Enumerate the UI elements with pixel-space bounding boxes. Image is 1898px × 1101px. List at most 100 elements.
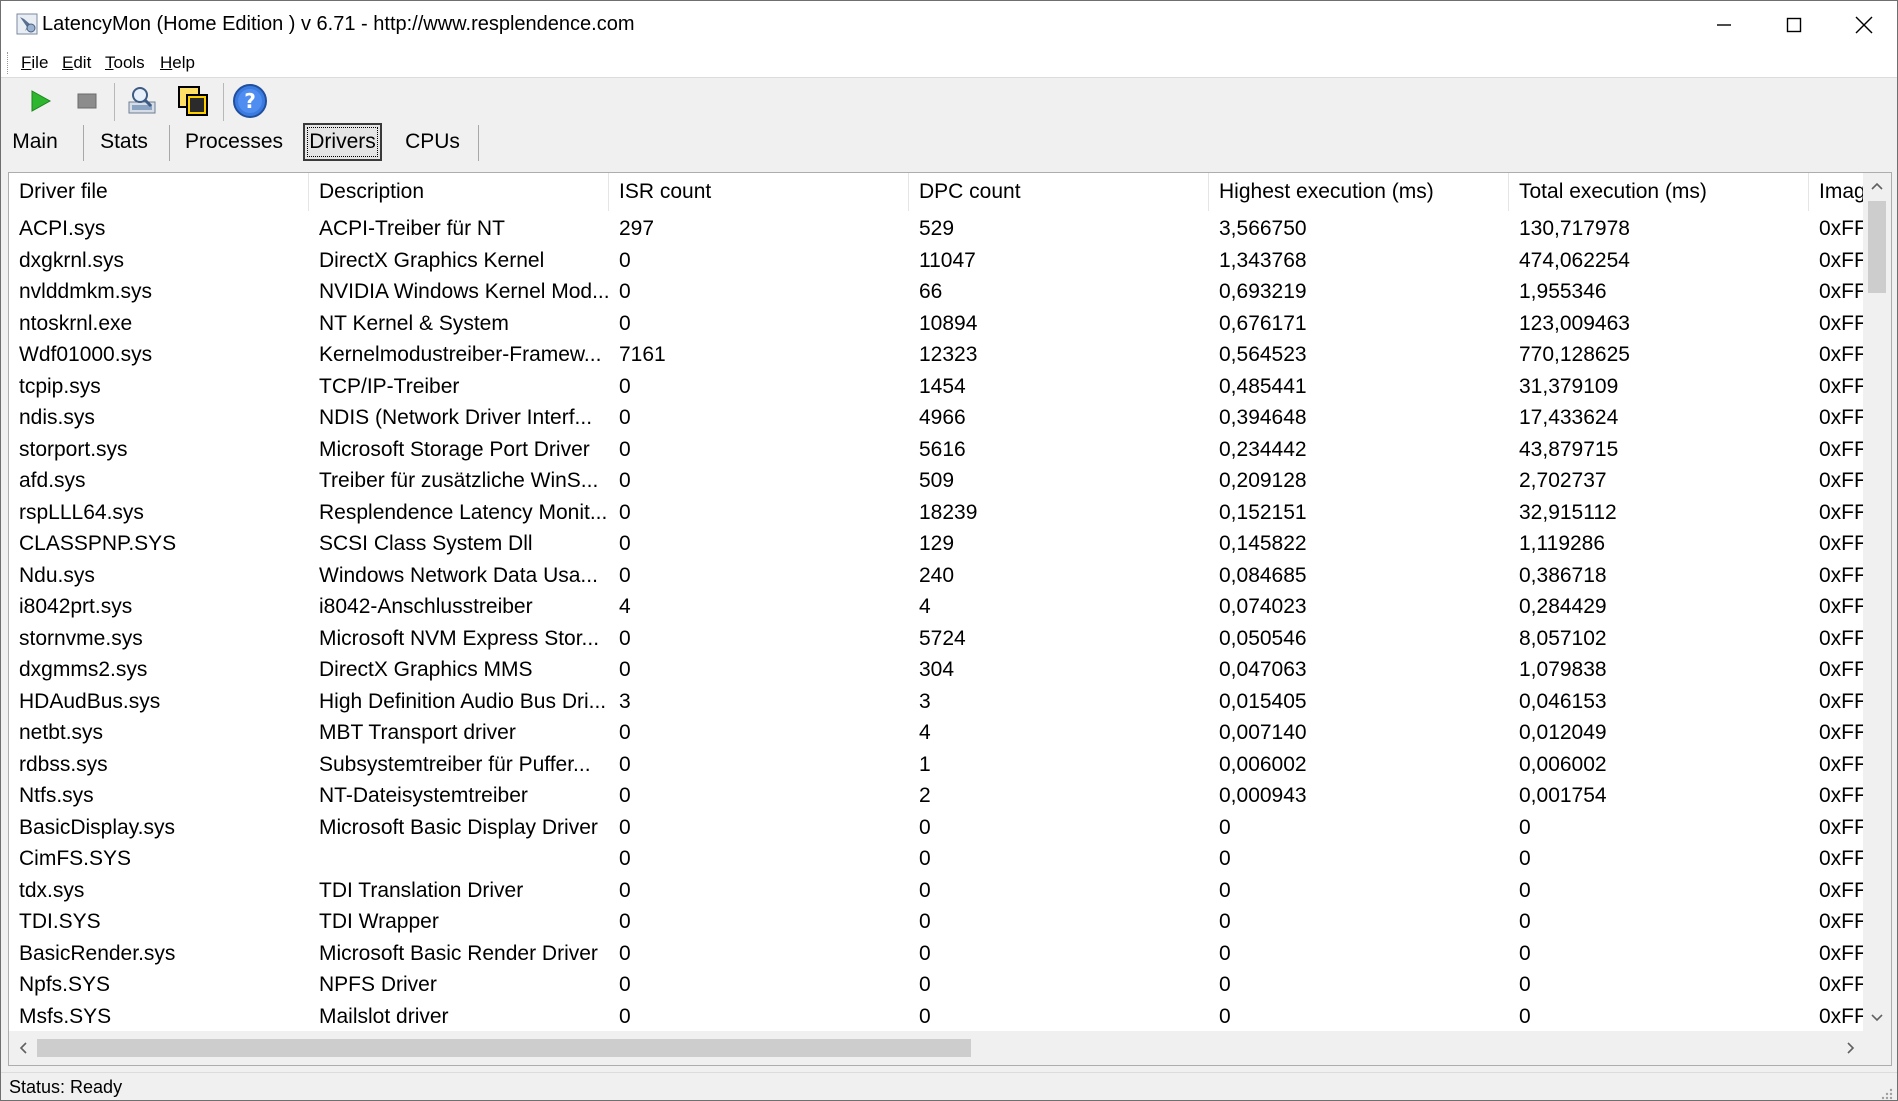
cell-total-execution: 0,046153 [1519,689,1607,713]
cell-total-execution: 0 [1519,847,1531,870]
cell-total-execution: 17,433624 [1519,406,1619,429]
table-row[interactable]: tcpip.sys TCP/IP-Treiber 0 1454 0,485441 31,3… [9,371,1865,403]
tab-stats[interactable]: Stats [91,123,157,161]
cell-driver-file: storport.sys [19,437,128,461]
table-row[interactable]: Ntfs.sys NT-Dateisystemtreiber 0 2 0,000943 0… [9,780,1865,812]
cell-total-execution: 0 [1519,1004,1531,1028]
cell-dpc-count: 0 [919,941,931,965]
cell-highest-execution: 0 [1219,1004,1231,1028]
copy-windows-button[interactable] [174,81,212,121]
cell-isr-count: 0 [619,658,631,681]
table-row[interactable]: dxgmms2.sys DirectX Graphics MMS 0 304 0,047… [9,654,1865,686]
horizontal-scrollbar[interactable] [9,1031,1865,1065]
column-header-image-base[interactable]: Imag [1809,173,1865,211]
cell-highest-execution: 0 [1219,910,1231,933]
vertical-scrollbar[interactable] [1863,173,1891,1031]
table-row[interactable]: i8042prt.sys i8042-Anschlusstreiber 4 4 0,07… [9,591,1865,623]
cell-driver-file: Npfs.SYS [19,973,111,996]
scroll-right-icon[interactable] [1837,1031,1865,1065]
cell-highest-execution: 0,394648 [1219,406,1307,429]
cell-highest-execution: 0,693219 [1219,280,1307,303]
analyze-button[interactable] [124,81,162,121]
table-row[interactable]: ntoskrnl.exe NT Kernel & System 0 10894 0,67… [9,308,1865,340]
table-row[interactable]: CimFS.SYS 0 0 0 0 0xFF [9,843,1865,875]
menu-tools[interactable]: Tools [105,53,145,73]
column-header-description[interactable]: Description [309,173,609,211]
start-button[interactable] [21,81,59,121]
cell-image-base: 0xFF [1819,217,1865,240]
table-row[interactable]: ndis.sys NDIS (Network Driver Interf... 0 4… [9,402,1865,434]
vertical-scroll-thumb[interactable] [1868,201,1886,293]
cell-description: DirectX Graphics MMS [319,658,533,681]
stop-button[interactable] [68,81,106,121]
column-header-driver-file[interactable]: Driver file [9,173,309,211]
column-header-highest-execution[interactable]: Highest execution (ms) [1209,173,1509,211]
cell-total-execution: 130,717978 [1519,217,1630,240]
horizontal-scroll-thumb[interactable] [37,1039,971,1057]
column-header-dpc-count[interactable]: DPC count [909,173,1209,211]
close-button[interactable] [1829,1,1897,49]
cell-driver-file: rspLLL64.sys [19,500,144,524]
tab-main[interactable]: Main [6,123,64,161]
menu-help[interactable]: Help [160,53,195,73]
column-header-isr-count[interactable]: ISR count [609,173,909,211]
help-button[interactable]: ? [231,81,269,121]
cell-image-base: 0xFF [1819,406,1865,429]
table-row[interactable]: BasicDisplay.sys Microsoft Basic Display … [9,812,1865,844]
table-row[interactable]: ACPI.sys ACPI-Treiber für NT 297 529 3,56675… [9,213,1865,245]
table-row[interactable]: BasicRender.sys Microsoft Basic Render Dr… [9,938,1865,970]
table-row[interactable]: rspLLL64.sys Resplendence Latency Monit..… [9,497,1865,529]
cell-image-base: 0xFF [1819,626,1865,650]
cell-isr-count: 0 [619,878,631,902]
table-row[interactable]: Wdf01000.sys Kernelmodustreiber-Framew...… [9,339,1865,371]
table-row[interactable]: CLASSPNP.SYS SCSI Class System Dll 0 129 0,1… [9,528,1865,560]
table-row[interactable]: HDAudBus.sys High Definition Audio Bus Dr… [9,686,1865,718]
cell-isr-count: 0 [619,721,631,744]
table-row[interactable]: rdbss.sys Subsystemtreiber für Puffer... 0… [9,749,1865,781]
title-bar[interactable]: LatencyMon (Home Edition ) v 6.71 - http… [1,1,1897,49]
cell-isr-count: 0 [619,626,631,650]
table-row[interactable]: dxgkrnl.sys DirectX Graphics Kernel 0 11047… [9,245,1865,277]
cell-image-base: 0xFF [1819,910,1865,933]
tab-drivers[interactable]: Drivers [303,123,382,161]
scroll-up-icon[interactable] [1863,173,1891,199]
analyze-icon [128,87,156,114]
table-row[interactable]: tdx.sys TDI Translation Driver 0 0 0 0 0xFF [9,875,1865,907]
cell-highest-execution: 0,676171 [1219,311,1307,335]
cell-description: Resplendence Latency Monit... [319,500,608,524]
table-row[interactable]: Msfs.SYS Mailslot driver 0 0 0 0 0xFF [9,1001,1865,1032]
table-row[interactable]: Ndu.sys Windows Network Data Usa... 0 240 0,… [9,560,1865,592]
toolbar-separator [223,83,224,121]
cell-dpc-count: 1 [919,752,931,776]
table-row[interactable]: Npfs.SYS NPFS Driver 0 0 0 0 0xFF [9,969,1865,1001]
cell-dpc-count: 10894 [919,311,978,335]
cell-total-execution: 474,062254 [1519,248,1630,272]
menu-file[interactable]: File [21,53,48,73]
resize-grip-icon[interactable] [1879,1086,1893,1100]
list-body: ACPI.sys ACPI-Treiber für NT 297 529 3,56675… [9,211,1865,1031]
menu-bar [1,49,1897,77]
scroll-left-icon[interactable] [9,1031,37,1065]
table-row[interactable]: storport.sys Microsoft Storage Port Drive… [9,434,1865,466]
scroll-down-icon[interactable] [1863,1005,1891,1031]
drivers-list-view[interactable]: Driver file Description ISR count DPC co… [8,172,1892,1066]
cell-driver-file: netbt.sys [19,721,104,744]
table-row[interactable]: afd.sys Treiber für zusätzliche WinS... 0 5… [9,465,1865,497]
table-row[interactable]: nvlddmkm.sys NVIDIA Windows Kernel Mod...… [9,276,1865,308]
table-row[interactable]: TDI.SYS TDI Wrapper 0 0 0 0 0xFF [9,906,1865,938]
minimize-button[interactable] [1689,1,1759,49]
column-header-total-execution[interactable]: Total execution (ms) [1509,173,1809,211]
table-row[interactable]: stornvme.sys Microsoft NVM Express Stor..… [9,623,1865,655]
table-row[interactable]: netbt.sys MBT Transport driver 0 4 0,007140 0… [9,717,1865,749]
cell-driver-file: ndis.sys [19,406,95,429]
cell-dpc-count: 4966 [919,406,966,429]
maximize-button[interactable] [1759,1,1829,49]
tab-cpus[interactable]: CPUs [399,123,466,161]
cell-highest-execution: 0,145822 [1219,532,1307,555]
cell-total-execution: 770,128625 [1519,343,1630,366]
tab-processes[interactable]: Processes [179,123,289,161]
cell-image-base: 0xFF [1819,658,1865,681]
cell-highest-execution: 3,566750 [1219,217,1307,240]
menu-edit[interactable]: Edit [62,53,91,73]
tab-separator [169,125,170,161]
